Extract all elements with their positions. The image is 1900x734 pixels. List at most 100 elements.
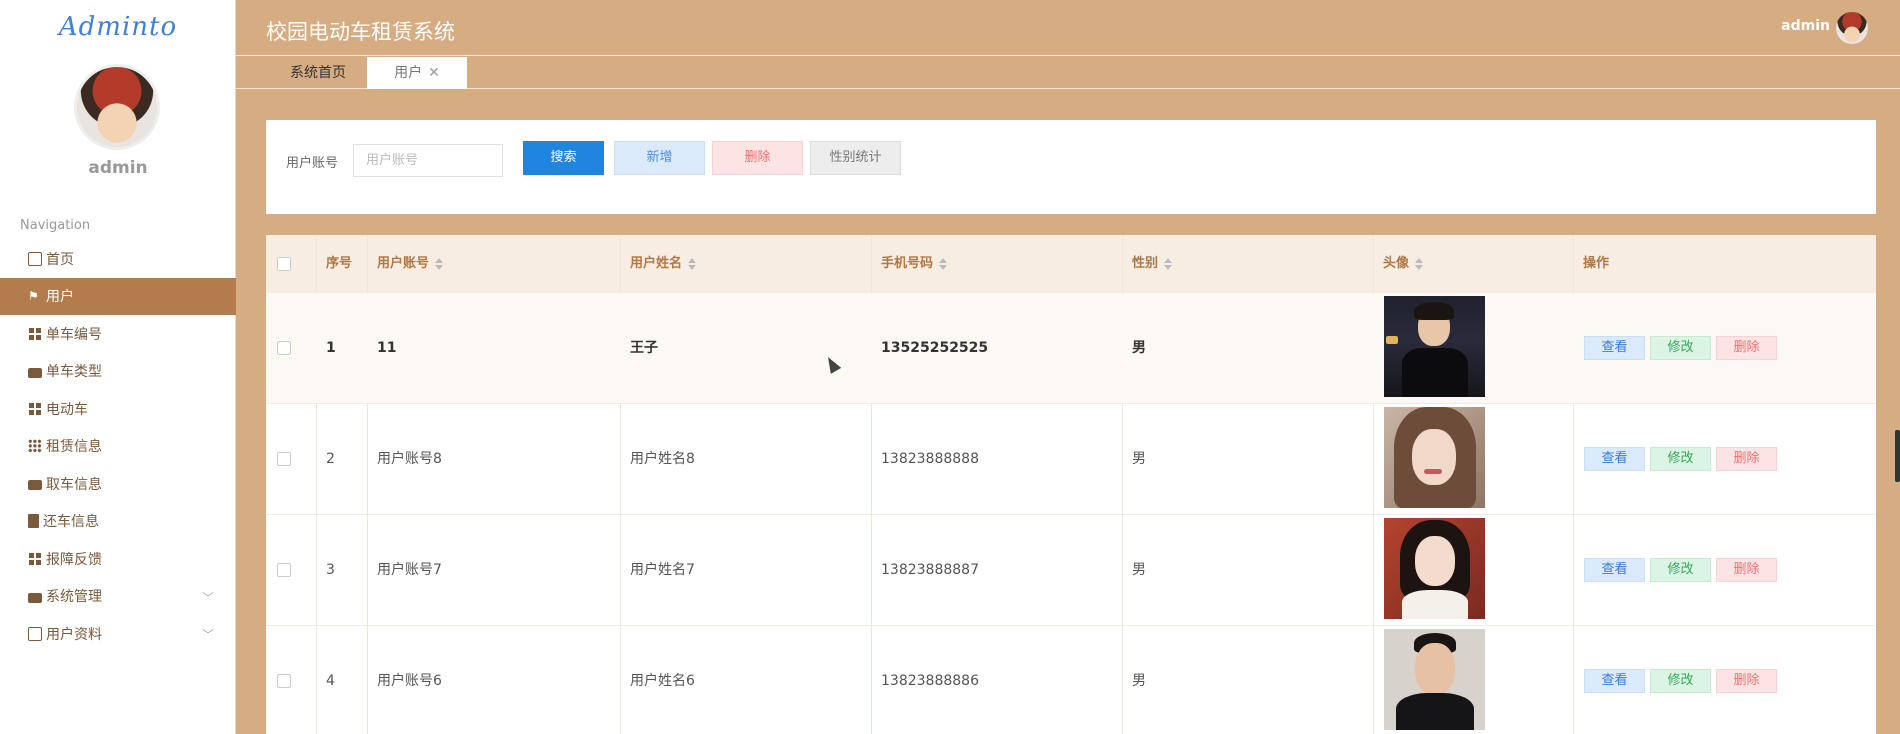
delete-button[interactable]: 删除	[1716, 669, 1777, 693]
row-checkbox[interactable]	[277, 674, 291, 688]
sort-icon[interactable]	[939, 257, 948, 270]
cell-account: 用户账号7	[377, 562, 442, 578]
batch-delete-button[interactable]: 删除	[712, 141, 803, 175]
column-header-index: 序号	[326, 256, 353, 271]
header-avatar[interactable]	[1836, 12, 1868, 44]
cell-phone: 13823888886	[881, 673, 979, 689]
sidebar-item-label: 系统管理	[46, 589, 102, 606]
column-header-name[interactable]: 用户姓名	[620, 235, 697, 293]
cell-name: 王子	[630, 340, 658, 356]
sidebar-item-fault-report[interactable]: 报障反馈	[0, 540, 236, 578]
sidebar: Adminto admin Navigation 首页 ⚑ 用户 单车编号 单车…	[0, 0, 236, 734]
tab-bar: 系统首页 用户 ✕	[236, 57, 1900, 89]
table-row[interactable]: 1 11 王子 13525252525 男 查看 修改 删除	[266, 293, 1876, 404]
window-icon	[28, 626, 42, 641]
sidebar-item-user-profile[interactable]: 用户资料 ﹀	[0, 615, 236, 653]
cell-name: 用户姓名7	[630, 562, 695, 578]
clipboard-icon	[28, 514, 39, 529]
sort-icon[interactable]	[435, 257, 444, 270]
page-title: 校园电动车租赁系统	[266, 20, 455, 44]
tab-users[interactable]: 用户 ✕	[367, 57, 467, 89]
view-button[interactable]: 查看	[1584, 669, 1645, 693]
sort-icon[interactable]	[1415, 257, 1424, 270]
edit-button[interactable]: 修改	[1650, 447, 1711, 471]
sidebar-item-pickup-info[interactable]: 取车信息	[0, 465, 236, 503]
tab-label: 用户	[394, 65, 423, 81]
edit-button[interactable]: 修改	[1650, 558, 1711, 582]
delete-button[interactable]: 删除	[1716, 558, 1777, 582]
scrollbar[interactable]	[1895, 430, 1900, 482]
sidebar-item-return-info[interactable]: 还车信息	[0, 503, 236, 541]
grid-icon	[28, 401, 42, 416]
cell-index: 1	[326, 340, 336, 356]
column-header-account[interactable]: 用户账号	[367, 235, 444, 293]
view-button[interactable]: 查看	[1584, 336, 1645, 360]
sidebar-item-rental-info[interactable]: 租赁信息	[0, 428, 236, 466]
sidebar-item-users[interactable]: ⚑ 用户	[0, 277, 236, 315]
gender-stats-button[interactable]: 性别统计	[810, 141, 901, 175]
briefcase-icon	[28, 367, 42, 378]
sidebar-item-bike-number[interactable]: 单车编号	[0, 315, 236, 353]
tab-home[interactable]: 系统首页	[270, 57, 366, 89]
edit-button[interactable]: 修改	[1650, 669, 1711, 693]
printer-icon	[28, 480, 42, 491]
cell-gender: 男	[1132, 451, 1146, 467]
cell-index: 3	[326, 562, 335, 578]
close-icon[interactable]: ✕	[428, 65, 440, 81]
sidebar-item-label: 用户资料	[46, 626, 102, 643]
delete-button[interactable]: 删除	[1716, 336, 1777, 360]
sort-icon[interactable]	[688, 257, 697, 270]
chevron-down-icon: ﹀	[201, 628, 214, 642]
briefcase-icon	[28, 592, 42, 603]
sidebar-item-label: 首页	[46, 251, 74, 268]
sidebar-item-label: 租赁信息	[46, 439, 102, 456]
user-table: 序号 用户账号 用户姓名 手机号码 性别 头像 操作 1 11 王子 13525…	[266, 235, 1876, 734]
sidebar-item-label: 还车信息	[43, 514, 99, 531]
sidebar-item-system-management[interactable]: 系统管理 ﹀	[0, 578, 236, 616]
select-all-checkbox[interactable]	[277, 257, 291, 271]
sidebar-username: admin	[88, 158, 148, 178]
cell-gender: 男	[1132, 562, 1146, 578]
sidebar-item-label: 电动车	[46, 401, 88, 418]
cell-phone: 13823888887	[881, 562, 979, 578]
sidebar-item-label: 单车类型	[46, 364, 102, 381]
search-button[interactable]: 搜索	[523, 141, 604, 175]
delete-button[interactable]: 删除	[1716, 447, 1777, 471]
header-username[interactable]: admin	[1781, 18, 1830, 34]
tab-label: 系统首页	[290, 65, 346, 81]
header-bar: 校园电动车租赁系统 admin	[236, 0, 1900, 56]
search-input[interactable]	[353, 144, 503, 177]
search-panel: 用户账号 搜索 新增 删除 性别统计	[266, 120, 1876, 214]
edit-button[interactable]: 修改	[1650, 336, 1711, 360]
row-checkbox[interactable]	[277, 563, 291, 577]
view-button[interactable]: 查看	[1584, 558, 1645, 582]
column-header-avatar[interactable]: 头像	[1373, 235, 1424, 293]
sidebar-item-bike-type[interactable]: 单车类型	[0, 353, 236, 391]
home-icon	[28, 251, 42, 266]
avatar[interactable]	[74, 64, 160, 150]
column-header-phone[interactable]: 手机号码	[871, 235, 948, 293]
search-label: 用户账号	[286, 156, 339, 171]
sort-icon[interactable]	[1164, 257, 1173, 270]
cell-index: 2	[326, 451, 335, 467]
sidebar-item-label: 用户	[46, 289, 74, 306]
chevron-down-icon: ﹀	[201, 590, 214, 605]
app-logo: Adminto	[58, 12, 178, 42]
cell-phone: 13525252525	[881, 340, 989, 356]
avatar-image	[1384, 407, 1485, 508]
row-checkbox[interactable]	[277, 341, 291, 355]
add-button[interactable]: 新增	[614, 141, 705, 175]
column-header-gender[interactable]: 性别	[1122, 235, 1173, 293]
view-button[interactable]: 查看	[1584, 447, 1645, 471]
flag-icon: ⚑	[28, 289, 39, 304]
cell-name: 用户姓名8	[630, 451, 695, 467]
table-row[interactable]: 2 用户账号8 用户姓名8 13823888888 男 查看 修改 删除	[266, 404, 1876, 515]
sidebar-item-label: 报障反馈	[46, 551, 102, 568]
cell-gender: 男	[1132, 673, 1146, 689]
sidebar-item-home[interactable]: 首页	[0, 240, 236, 278]
sidebar-item-ebike[interactable]: 电动车	[0, 390, 236, 428]
table-row[interactable]: 3 用户账号7 用户姓名7 13823888887 男 查看 修改 删除	[266, 515, 1876, 626]
row-checkbox[interactable]	[277, 452, 291, 466]
grid-icon	[28, 551, 42, 566]
table-row[interactable]: 4 用户账号6 用户姓名6 13823888886 男 查看 修改 删除	[266, 626, 1876, 734]
